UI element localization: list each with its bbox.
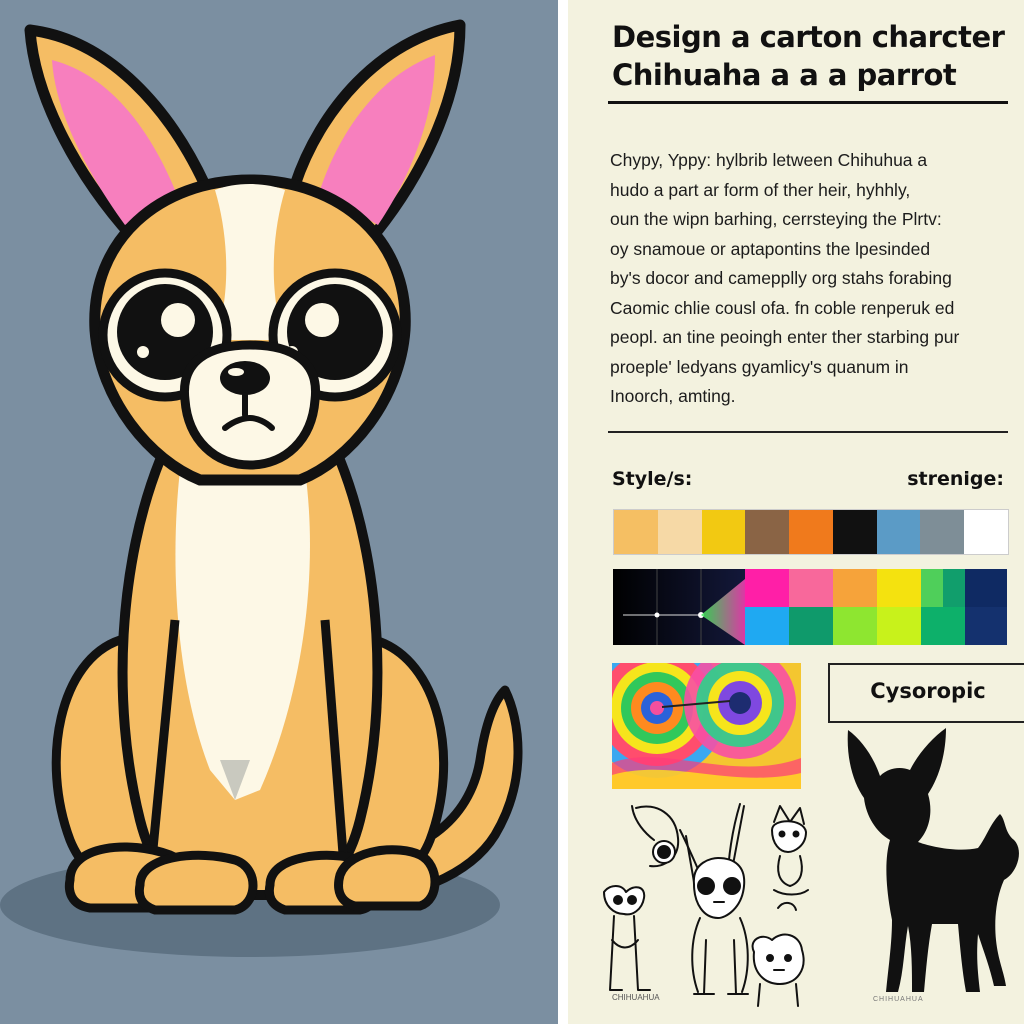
- chihuahua-character: [0, 19, 523, 957]
- description-line: hudo a part ar form of ther heir, hyhhly…: [610, 179, 911, 200]
- description-line: Chypy, Yppy: hylbrib letween Chihuhua a: [610, 150, 928, 170]
- sheet-title: Design a carton charcter Chihuaha a a a …: [612, 18, 1005, 94]
- silhouette-caption: CHIHUAHUA: [873, 996, 924, 1003]
- description-line: Inoorch, amting.: [610, 386, 736, 406]
- poster: Design a carton charcter Chihuaha a a a …: [0, 0, 1024, 1024]
- color-palette: [613, 509, 1009, 555]
- title-line-1: Design a carton charcter: [612, 20, 1005, 54]
- palette-swatch: [876, 510, 921, 554]
- right-eye-shine: [305, 303, 339, 337]
- chihuahua-silhouette: [847, 728, 1019, 992]
- left-eye-sparkle: [137, 346, 149, 358]
- description-line: proeple' ledyans gyamlicy's quanum in: [610, 356, 909, 377]
- chihuahua-sketches: [603, 803, 809, 1007]
- palette-swatch: [657, 510, 702, 554]
- palette-swatch: [964, 510, 1009, 554]
- style-label: Style/s:: [612, 468, 693, 490]
- description-line: oun the wipn barhing, cerrsteying the Pl…: [610, 209, 942, 229]
- palette-swatch: [920, 510, 965, 554]
- panel-divider: [558, 0, 568, 1024]
- description-text: Chypy, Yppy: hylbrib letween Chihuhua a …: [610, 146, 1010, 412]
- tie-dye-swirl: [612, 663, 801, 789]
- title-line-2: Chihuaha a a a parrot: [612, 58, 957, 92]
- palette-swatch: [614, 510, 658, 554]
- palette-swatch: [832, 510, 877, 554]
- nose: [220, 361, 270, 395]
- left-eye-shine: [161, 303, 195, 337]
- gradient-palette: [613, 569, 1007, 645]
- sketch-caption: CHIHUAHUA: [612, 993, 660, 1002]
- design-sheet: Design a carton charcter Chihuaha a a a …: [568, 0, 1024, 1024]
- cysoropic-box: Cysoropic: [828, 663, 1024, 723]
- description-line: oy snamoue or aptapontins the lpesinded: [610, 238, 931, 259]
- strenige-label: strenige:: [907, 468, 1004, 490]
- cysoropic-label: Cysoropic: [870, 679, 986, 703]
- left-front-paw: [134, 850, 258, 915]
- title-rule: [608, 101, 1008, 104]
- palette-swatch: [789, 510, 833, 554]
- description-line: by's docor and camepplly org stahs forab…: [610, 268, 952, 288]
- palette-swatch: [745, 510, 790, 554]
- palette-swatch: [701, 510, 746, 554]
- description-line: Caomic chlie cousl ofa. fn coble renperu…: [610, 297, 955, 318]
- description-line: peopl. an tine peoingh enter ther starbi…: [610, 327, 960, 347]
- nose-shine: [228, 368, 244, 376]
- character-panel: [0, 0, 558, 1024]
- silhouette-shape: [847, 728, 1019, 992]
- section-rule: [608, 431, 1008, 433]
- right-back-paw: [334, 845, 440, 911]
